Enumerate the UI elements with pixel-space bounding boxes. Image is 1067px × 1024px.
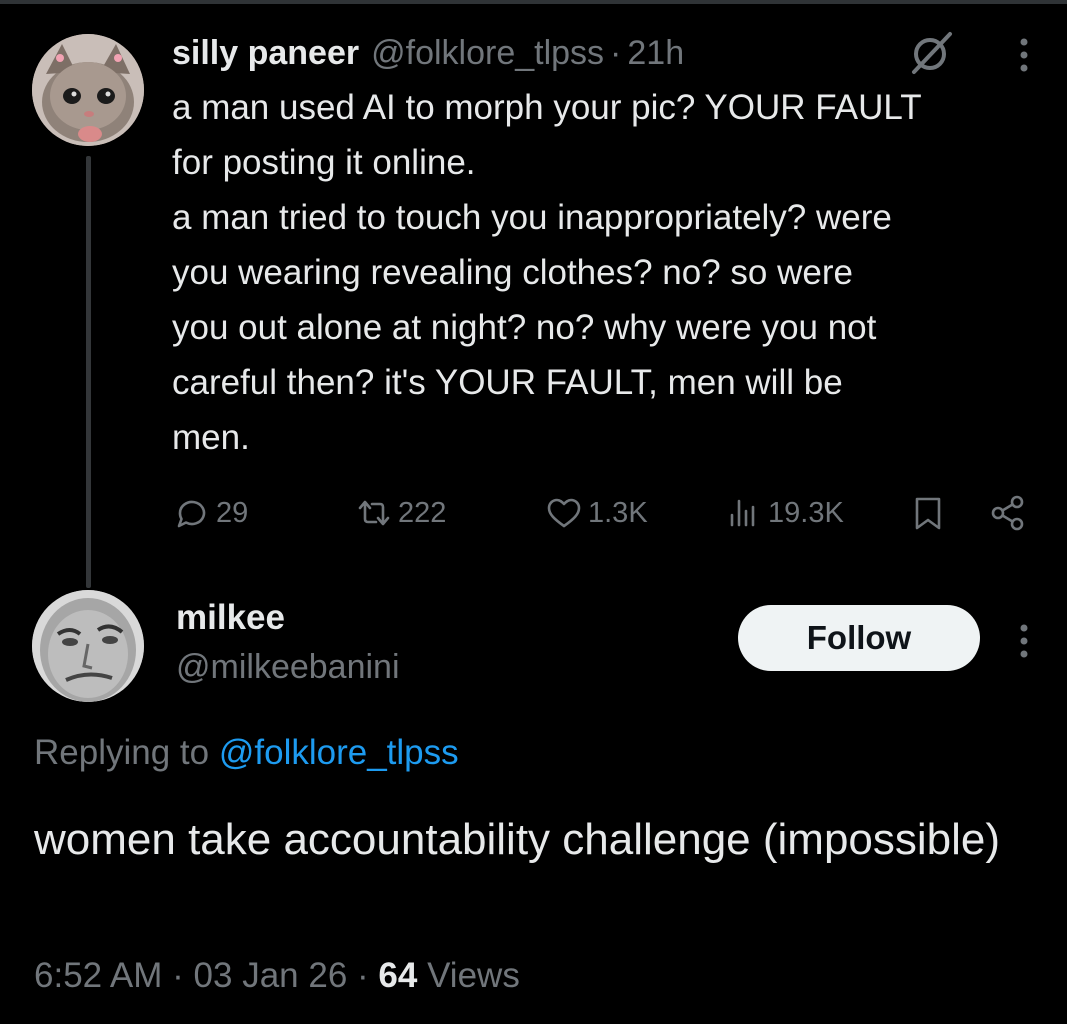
reply-views-label: Views <box>427 956 520 995</box>
reply-metadata: 6:52 AM · 03 Jan 26 · 64 Views <box>34 956 520 996</box>
reply-button[interactable]: 29 <box>172 488 248 538</box>
reply-avatar[interactable] <box>32 590 144 702</box>
parent-timestamp[interactable]: 21h <box>627 34 684 73</box>
grok-icon[interactable] <box>906 28 956 78</box>
reply-icon <box>177 500 206 528</box>
replying-to: Replying to @folklore_tlpss <box>34 733 459 773</box>
reply-handle[interactable]: @milkeebanini <box>176 648 400 687</box>
share-button[interactable] <box>988 488 1032 538</box>
like-count: 1.3K <box>588 496 648 529</box>
parent-display-name[interactable]: silly paneer <box>172 34 359 73</box>
parent-avatar[interactable] <box>32 34 144 146</box>
reply-tweet-text: women take accountability challenge (imp… <box>34 815 1001 864</box>
replying-prefix: Replying to <box>34 733 210 772</box>
heart-icon <box>547 498 581 528</box>
face-avatar-icon <box>32 590 144 702</box>
views-button[interactable]: 19.3K <box>724 488 844 538</box>
header-separator: · <box>610 33 622 72</box>
reply-date[interactable]: 03 Jan 26 <box>194 956 348 995</box>
parent-tweet-text: a man used AI to morph your pic? YOUR FA… <box>172 88 922 457</box>
like-button[interactable]: 1.3K <box>544 488 648 538</box>
share-icon <box>991 495 1024 531</box>
reply-time[interactable]: 6:52 AM <box>34 956 162 995</box>
views-chart-icon <box>730 499 755 527</box>
parent-header: silly paneer @folklore_tlpss · 21h <box>172 28 684 78</box>
repost-count: 222 <box>398 496 447 529</box>
repost-icon <box>358 500 390 526</box>
bookmark-icon <box>915 497 941 530</box>
reply-count: 29 <box>216 496 249 529</box>
reply-more-options-icon[interactable] <box>1006 616 1042 666</box>
follow-button[interactable]: Follow <box>738 605 980 671</box>
meta-separator-1: · <box>172 956 184 995</box>
reply-display-name[interactable]: milkee <box>176 598 285 638</box>
parent-handle[interactable]: @folklore_tlpss <box>371 34 604 73</box>
more-options-icon[interactable] <box>1006 30 1042 80</box>
view-count: 19.3K <box>768 496 844 529</box>
replying-to-handle-link[interactable]: @folklore_tlpss <box>219 733 459 772</box>
parent-action-bar: 29 222 1.3K 19.3K <box>172 488 1042 538</box>
top-divider <box>0 0 1067 4</box>
thread-line <box>86 156 91 588</box>
repost-button[interactable]: 222 <box>354 488 446 538</box>
kitten-avatar-icon <box>32 34 144 146</box>
bookmark-button[interactable] <box>908 488 952 538</box>
meta-separator-2: · <box>357 956 369 995</box>
reply-views-count: 64 <box>378 956 418 995</box>
